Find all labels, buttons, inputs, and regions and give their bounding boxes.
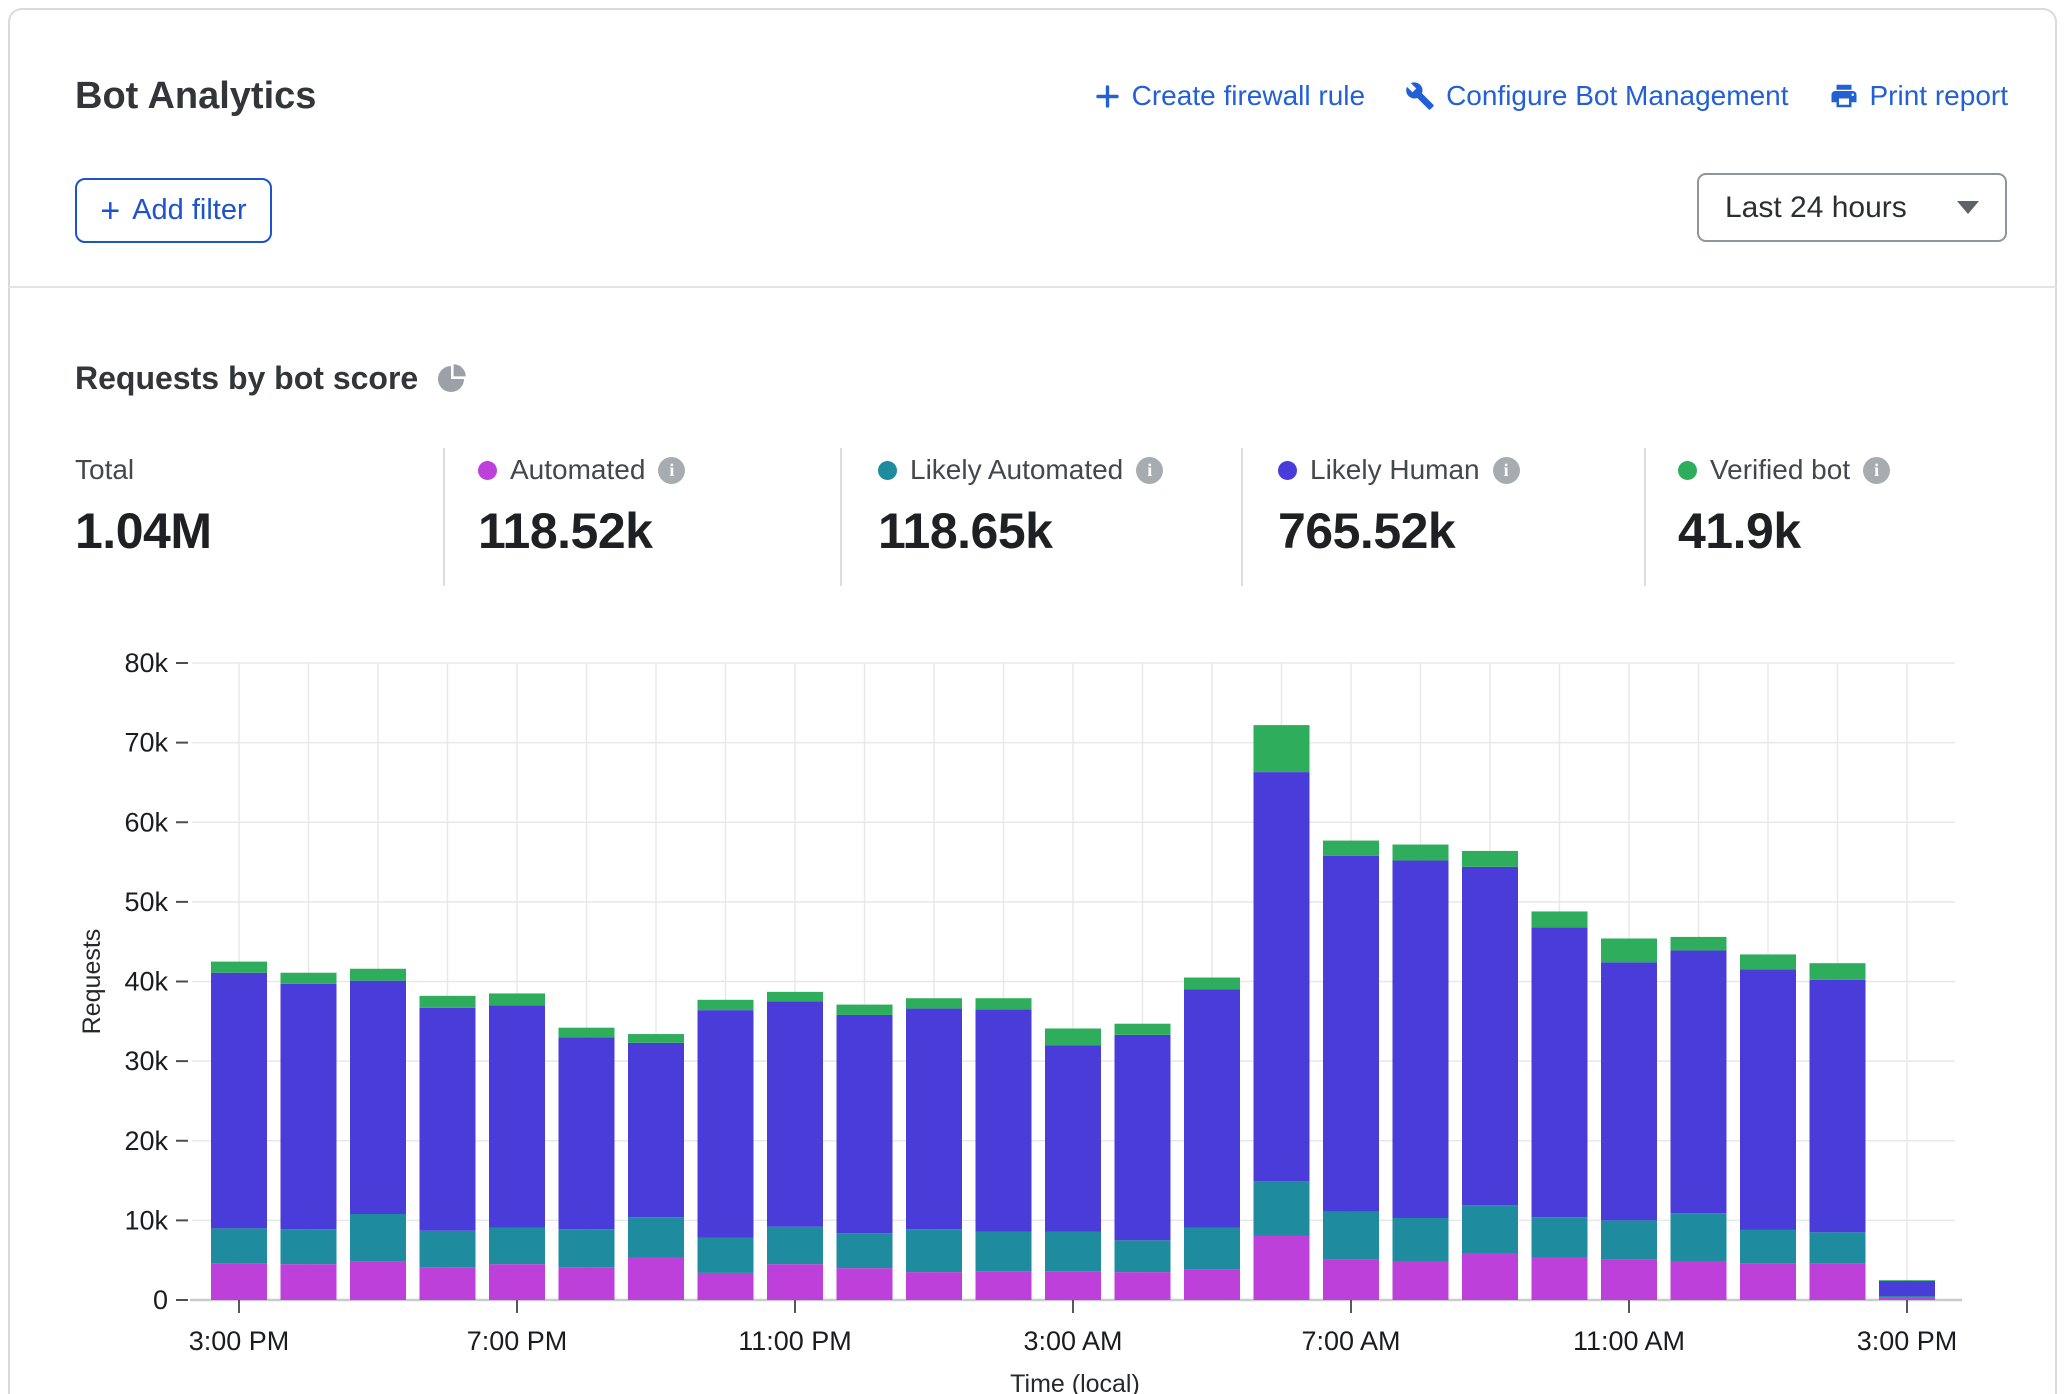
legend-dot-likely-automated — [878, 461, 897, 480]
svg-text:10k: 10k — [124, 1205, 168, 1235]
svg-text:Requests: Requests — [78, 929, 106, 1035]
svg-text:60k: 60k — [124, 807, 168, 837]
svg-text:40k: 40k — [124, 967, 168, 997]
create-firewall-rule-link[interactable]: Create firewall rule — [1094, 80, 1365, 112]
svg-text:30k: 30k — [124, 1046, 168, 1076]
stat-label: Likely Human — [1310, 454, 1480, 486]
stat-value: 1.04M — [75, 502, 211, 560]
stat-divider — [1644, 448, 1646, 586]
requests-by-bot-score-chart: 0 10k 20k 30k 40k 50k 60k 70k 80k 3:00 PM 7:00 PM 1… — [0, 640, 2070, 1394]
stat-label: Automated — [510, 454, 645, 486]
svg-text:50k: 50k — [124, 887, 168, 917]
stat-label: Total — [75, 454, 134, 486]
svg-text:20k: 20k — [124, 1126, 168, 1156]
stat-likely-human: Likely Human 765.52k — [1278, 452, 1520, 560]
pie-chart-icon — [436, 363, 467, 394]
svg-text:7:00 PM: 7:00 PM — [467, 1326, 568, 1356]
svg-text:70k: 70k — [124, 728, 168, 758]
section-title: Requests by bot score — [75, 360, 418, 397]
action-label: Create firewall rule — [1132, 80, 1365, 112]
time-range-select[interactable]: Last 24 hours — [1697, 173, 2007, 242]
time-range-value: Last 24 hours — [1725, 191, 1957, 225]
stat-label: Verified bot — [1710, 454, 1850, 486]
add-filter-label: Add filter — [132, 194, 246, 227]
stat-value: 765.52k — [1278, 502, 1520, 560]
stat-verified-bot: Verified bot 41.9k — [1678, 452, 1890, 560]
chevron-down-icon — [1957, 201, 1979, 214]
info-icon[interactable] — [658, 457, 685, 484]
info-icon[interactable] — [1863, 457, 1890, 484]
printer-icon — [1829, 81, 1859, 111]
svg-text:3:00 PM: 3:00 PM — [189, 1326, 290, 1356]
stat-divider — [443, 448, 445, 586]
svg-text:80k: 80k — [124, 648, 168, 678]
info-icon[interactable] — [1493, 457, 1520, 484]
legend-dot-automated — [478, 461, 497, 480]
svg-text:11:00 PM: 11:00 PM — [738, 1326, 852, 1356]
svg-text:0: 0 — [153, 1285, 168, 1315]
legend-dot-likely-human — [1278, 461, 1297, 480]
stat-automated: Automated 118.52k — [478, 452, 685, 560]
configure-bot-management-link[interactable]: Configure Bot Management — [1405, 80, 1788, 112]
stat-value: 118.65k — [878, 502, 1163, 560]
plus-icon: + — [100, 196, 120, 226]
info-icon[interactable] — [1136, 457, 1163, 484]
action-label: Configure Bot Management — [1446, 80, 1788, 112]
plus-icon — [1094, 83, 1121, 110]
action-label: Print report — [1870, 80, 2009, 112]
svg-text:Time (local): Time (local) — [1010, 1370, 1140, 1394]
svg-text:3:00 PM: 3:00 PM — [1857, 1326, 1958, 1356]
header-actions: Create firewall rule Configure Bot Manag… — [1094, 80, 2008, 112]
svg-text:3:00 AM: 3:00 AM — [1023, 1326, 1122, 1356]
header-divider — [9, 286, 2057, 288]
add-filter-button[interactable]: + Add filter — [75, 178, 272, 243]
wrench-icon — [1405, 81, 1435, 111]
svg-text:11:00 AM: 11:00 AM — [1573, 1326, 1685, 1356]
stat-value: 41.9k — [1678, 502, 1890, 560]
stat-total: Total 1.04M — [75, 452, 211, 560]
svg-text:7:00 AM: 7:00 AM — [1301, 1326, 1400, 1356]
stat-divider — [1241, 448, 1243, 586]
print-report-link[interactable]: Print report — [1829, 80, 2009, 112]
legend-dot-verified-bot — [1678, 461, 1697, 480]
stat-label: Likely Automated — [910, 454, 1123, 486]
stat-value: 118.52k — [478, 502, 685, 560]
stat-likely-automated: Likely Automated 118.65k — [878, 452, 1163, 560]
stat-divider — [840, 448, 842, 586]
page-title: Bot Analytics — [75, 75, 316, 118]
